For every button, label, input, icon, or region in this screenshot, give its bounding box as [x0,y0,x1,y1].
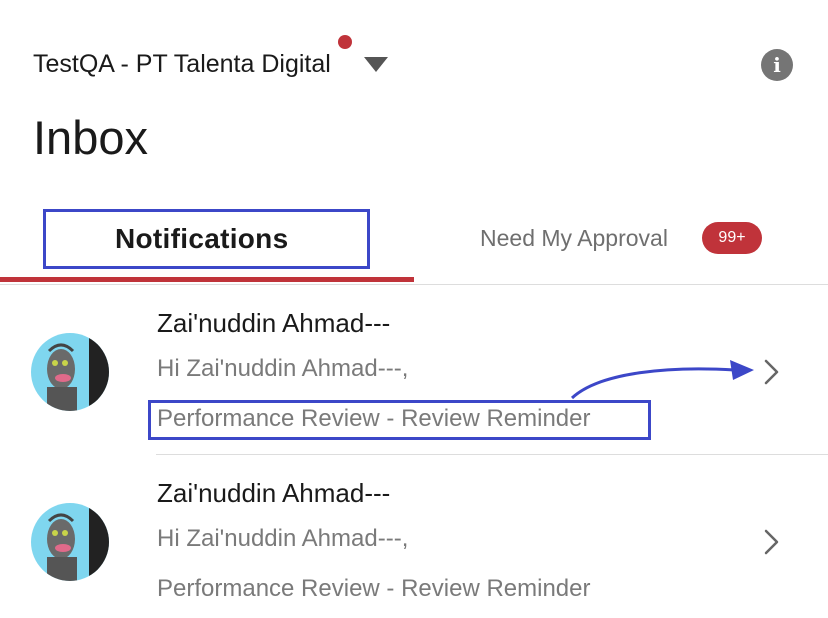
avatar-image [31,503,109,581]
tab-need-my-approval-label: Need My Approval [480,225,668,251]
approval-count-badge: 99+ [702,222,762,254]
chevron-right-icon[interactable] [760,357,784,387]
active-tab-indicator [0,277,414,282]
notification-sender: Zai'nuddin Ahmad--- [157,308,391,338]
avatar-image [31,333,109,411]
info-icon[interactable]: i [761,49,793,81]
company-selector[interactable]: TestQA - PT Talenta Digital [33,50,331,79]
notification-subject: Performance Review - Review Reminder [157,575,591,602]
notification-item[interactable]: Zai'nuddin Ahmad--- Hi Zai'nuddin Ahmad-… [0,455,828,618]
notification-sender: Zai'nuddin Ahmad--- [157,478,391,508]
inbox-screen: TestQA - PT Talenta Digital i Inbox Noti… [0,0,828,618]
avatar [31,333,109,411]
company-name: TestQA - PT Talenta Digital [33,50,331,78]
tab-need-my-approval[interactable]: Need My Approval 99+ [480,205,810,275]
unread-dot [338,35,352,49]
chevron-right-icon[interactable] [760,527,784,557]
page-title: Inbox [33,111,148,164]
avatar [31,503,109,581]
caret-down-icon[interactable] [364,57,388,72]
annotation-highlight-subject [148,400,651,440]
annotation-highlight-tab [43,209,370,269]
notification-greeting: Hi Zai'nuddin Ahmad---, [157,525,409,552]
notification-greeting: Hi Zai'nuddin Ahmad---, [157,355,409,382]
